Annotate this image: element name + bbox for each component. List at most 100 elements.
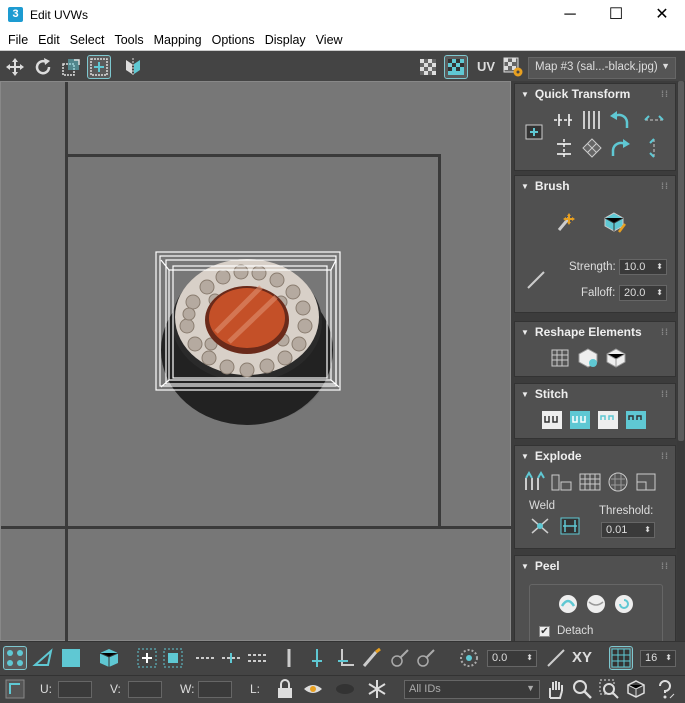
flatten-by-material-icon[interactable] <box>577 470 603 494</box>
rollout-header[interactable]: ▼ Brush ⁞⁞ <box>515 176 675 196</box>
enlarge-brush-icon[interactable] <box>388 647 410 669</box>
freeze-icon[interactable] <box>366 678 388 700</box>
xy-axis-button[interactable]: XY <box>572 647 600 669</box>
menu-edit[interactable]: Edit <box>33 30 65 50</box>
flatten-by-smoothing-icon[interactable] <box>549 470 575 494</box>
material-id-dropdown[interactable]: All IDs ▼ <box>404 680 540 699</box>
weld-target-icon[interactable] <box>557 514 583 538</box>
rotate-ccw-icon[interactable] <box>607 108 633 132</box>
visibility-icon[interactable] <box>334 678 356 700</box>
menu-view[interactable]: View <box>311 30 348 50</box>
vertex-mode-icon[interactable] <box>3 646 27 670</box>
move-icon[interactable] <box>4 56 26 78</box>
hide-icon[interactable] <box>302 678 324 700</box>
flatten-by-polygon-angle-icon[interactable] <box>605 470 631 494</box>
shrink-selection-icon[interactable] <box>162 647 184 669</box>
space-vertical-icon[interactable] <box>579 108 605 132</box>
soft-selection-icon[interactable] <box>458 647 480 669</box>
brush-size-icon[interactable] <box>523 268 549 292</box>
set-pivot-icon[interactable] <box>521 120 547 144</box>
close-button[interactable]: ✕ <box>639 0 685 30</box>
relax-brush-icon[interactable] <box>601 210 627 234</box>
grid-size-value: 16 <box>645 652 658 664</box>
mirror-icon[interactable] <box>122 56 144 78</box>
quick-peel-icon[interactable] <box>555 592 581 616</box>
paint-select-icon[interactable] <box>334 647 356 669</box>
absolute-offset-icon[interactable] <box>4 678 26 700</box>
angle-spinner[interactable]: 0.0 ⬍ <box>487 650 537 667</box>
map-settings-icon[interactable] <box>502 56 524 78</box>
ring-select-icon[interactable] <box>220 647 242 669</box>
threshold-spinner[interactable]: 0.01 ⬍ <box>601 522 655 538</box>
break-icon[interactable] <box>521 470 547 494</box>
falloff-spinner[interactable]: 20.0 ⬍ <box>619 285 667 301</box>
detach-checkbox[interactable]: ✔ <box>539 626 550 637</box>
strength-spinner[interactable]: 10.0 ⬍ <box>619 259 667 275</box>
freeform-mode-icon[interactable] <box>87 55 111 79</box>
rotate-cw-icon[interactable] <box>607 136 633 160</box>
relax-settings-icon[interactable] <box>603 346 629 370</box>
title-bar: 3 Edit UVWs ─ ☐ ✕ <box>0 0 685 30</box>
scrollbar-thumb[interactable] <box>678 81 684 441</box>
v-field[interactable] <box>128 681 162 698</box>
rotate-angle-icon[interactable] <box>545 647 567 669</box>
stitch-average-icon[interactable] <box>595 408 621 432</box>
scale-icon[interactable] <box>60 56 82 78</box>
flip-horizontal-icon[interactable] <box>641 108 667 132</box>
lock-icon[interactable] <box>274 678 296 700</box>
edge-mode-icon[interactable] <box>32 647 54 669</box>
map-select-dropdown[interactable]: Map #3 (sal...-black.jpg) ▼ <box>528 57 676 79</box>
w-field[interactable] <box>198 681 232 698</box>
rollout-header[interactable]: ▼ Explode ⁞⁞ <box>515 446 675 466</box>
edge-loop-icon[interactable] <box>246 647 268 669</box>
stitch-to-source-icon[interactable] <box>567 408 593 432</box>
maximize-button[interactable]: ☐ <box>593 0 639 30</box>
align-horizontal-icon[interactable] <box>551 108 577 132</box>
shrink-brush-icon[interactable] <box>414 647 436 669</box>
align-vertical-icon[interactable] <box>551 136 577 160</box>
menu-options[interactable]: Options <box>207 30 260 50</box>
menu-file[interactable]: File <box>0 30 33 50</box>
weld-selected-icon[interactable] <box>527 514 553 538</box>
straighten-icon[interactable] <box>579 136 605 160</box>
grid-snap-icon[interactable] <box>609 646 633 670</box>
rollout-header[interactable]: ▼ Quick Transform ⁞⁞ <box>515 84 675 104</box>
u-field[interactable] <box>58 681 92 698</box>
pan-icon[interactable] <box>544 678 566 700</box>
relax-icon[interactable] <box>575 346 601 370</box>
straighten-selection-icon[interactable] <box>547 346 573 370</box>
uv-toggle-button[interactable]: UV <box>473 56 499 78</box>
flip-vertical-icon[interactable] <box>641 136 667 160</box>
panel-scrollbar[interactable] <box>677 81 685 641</box>
element-mode-icon[interactable] <box>98 647 120 669</box>
checker-icon[interactable] <box>417 56 439 78</box>
rollout-header[interactable]: ▼ Peel ⁞⁞ <box>515 556 675 576</box>
uv-editor-viewport[interactable] <box>0 81 512 642</box>
loop-select-icon[interactable] <box>194 647 216 669</box>
peel-mode-icon[interactable] <box>583 592 609 616</box>
grid-size-spinner[interactable]: 16 ⬍ <box>640 650 676 667</box>
rollout-header[interactable]: ▼ Reshape Elements ⁞⁞ <box>515 322 675 342</box>
menu-mapping[interactable]: Mapping <box>149 30 207 50</box>
point-to-point-icon[interactable] <box>306 647 328 669</box>
reset-peel-icon[interactable] <box>611 592 637 616</box>
paint-move-icon[interactable] <box>553 210 579 234</box>
zoom-extents-icon[interactable] <box>625 678 647 700</box>
zoom-region-icon[interactable] <box>598 678 620 700</box>
rotate-icon[interactable] <box>32 56 54 78</box>
minimize-button[interactable]: ─ <box>547 0 593 30</box>
menu-tools[interactable]: Tools <box>109 30 148 50</box>
zoom-icon[interactable] <box>571 678 593 700</box>
face-mode-icon[interactable] <box>60 647 82 669</box>
paint-brush-icon[interactable] <box>360 647 382 669</box>
menu-display[interactable]: Display <box>260 30 311 50</box>
grow-selection-icon[interactable] <box>136 647 158 669</box>
rollout-header[interactable]: ▼ Stitch ⁞⁞ <box>515 384 675 404</box>
show-map-icon[interactable] <box>444 55 468 79</box>
stitch-to-target-icon[interactable] <box>623 408 649 432</box>
help-icon[interactable] <box>654 678 676 700</box>
menu-select[interactable]: Select <box>65 30 110 50</box>
edge-ring-icon[interactable] <box>278 647 300 669</box>
stitch-custom-icon[interactable] <box>539 408 565 432</box>
flatten-icon[interactable] <box>633 470 659 494</box>
